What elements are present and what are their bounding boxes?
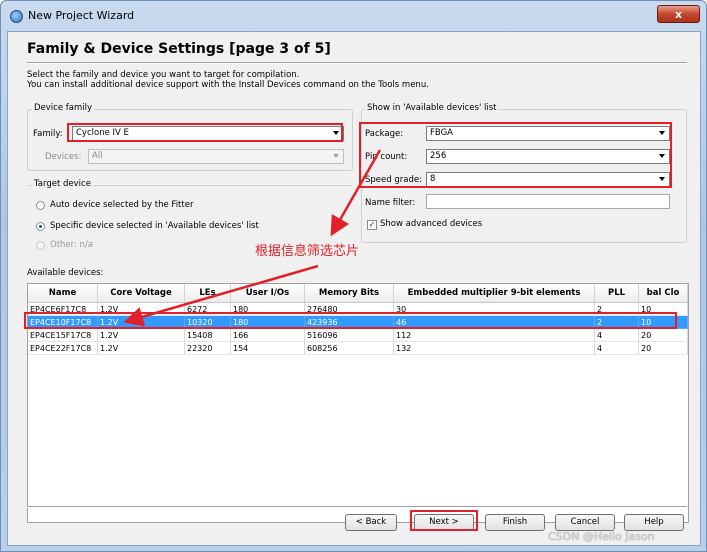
arrow-to-annotation — [330, 149, 382, 237]
annotation-arrows — [123, 149, 382, 327]
arrow-to-selected-row — [123, 264, 319, 327]
annotation-text: 根据信息筛选芯片 — [255, 244, 360, 259]
watermark: CSDN @Hello Jason — [548, 530, 655, 543]
